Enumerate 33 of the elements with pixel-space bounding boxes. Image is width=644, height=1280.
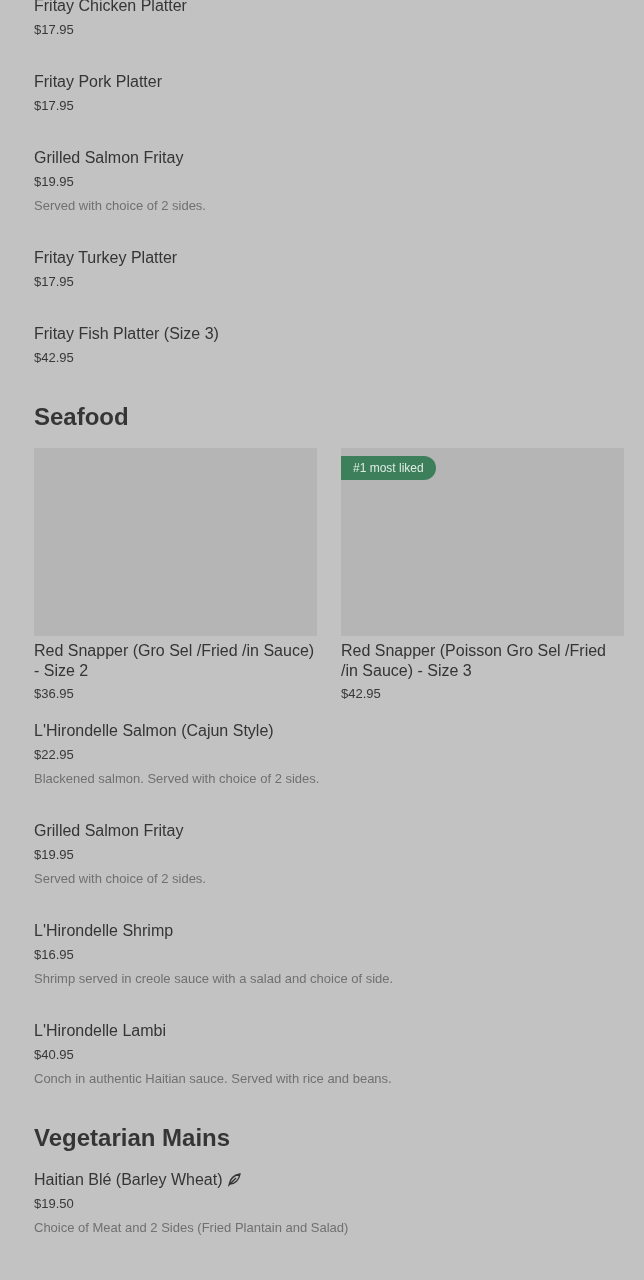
item-price: $16.95 (34, 945, 75, 964)
item-description: Served with choice of 2 sides. (34, 869, 207, 888)
item-name[interactable]: L'Hirondelle Lambi (34, 1019, 166, 1042)
item-name[interactable]: Fritay Fish Platter (Size 3) (34, 323, 219, 345)
item-description: Blackened salmon. Served with choice of 2 sides. (34, 769, 321, 788)
section-heading: Vegetarian Mains (34, 1122, 232, 1153)
section-heading: Seafood (34, 402, 130, 432)
item-name[interactable]: L'Hirondelle Shrimp (34, 919, 174, 942)
item-name[interactable]: Red Snapper (Poisson Gro Sel /Fried /in Sauce) - Size 3 (341, 641, 624, 681)
item-price: $17.95 (34, 97, 75, 115)
popularity-tag: #1 most liked (341, 456, 436, 480)
item-name[interactable]: Fritay Turkey Platter (34, 247, 178, 269)
item-name[interactable]: Fritay Pork Platter (34, 71, 163, 93)
item-price: $42.95 (34, 349, 75, 367)
item-name[interactable]: L'Hirondelle Salmon (Cajun Style) (34, 719, 274, 742)
item-name[interactable]: Red Snapper (Gro Sel /Fried /in Sauce) - Size 2 (34, 641, 317, 681)
item-price: $19.95 (34, 845, 75, 864)
item-price: $17.95 (34, 21, 75, 39)
item-description: Choice of Meat and 2 Sides (Fried Plantain and Salad) (34, 1218, 350, 1237)
item-name[interactable]: Grilled Salmon Fritay (34, 147, 184, 169)
item-name[interactable]: Grilled Salmon Fritay (34, 819, 184, 842)
item-description: Conch in authentic Haitian sauce. Served with rice and beans. (34, 1069, 393, 1088)
item-name[interactable]: Fritay Chicken Platter (34, 0, 187, 17)
item-price: $42.95 (341, 685, 382, 703)
item-price: $19.95 (34, 173, 75, 191)
item-description: Served with choice of 2 sides. (34, 197, 207, 215)
item-price: $19.50 (34, 1194, 75, 1213)
item-name[interactable]: Haitian Blé (Barley Wheat) (34, 1168, 223, 1191)
item-price: $40.95 (34, 1045, 75, 1064)
item-price: $17.95 (34, 273, 75, 291)
item-price: $36.95 (34, 685, 75, 703)
item-description: Shrimp served in creole sauce with a salad and choice of side. (34, 969, 395, 988)
item-price: $22.95 (34, 745, 75, 764)
